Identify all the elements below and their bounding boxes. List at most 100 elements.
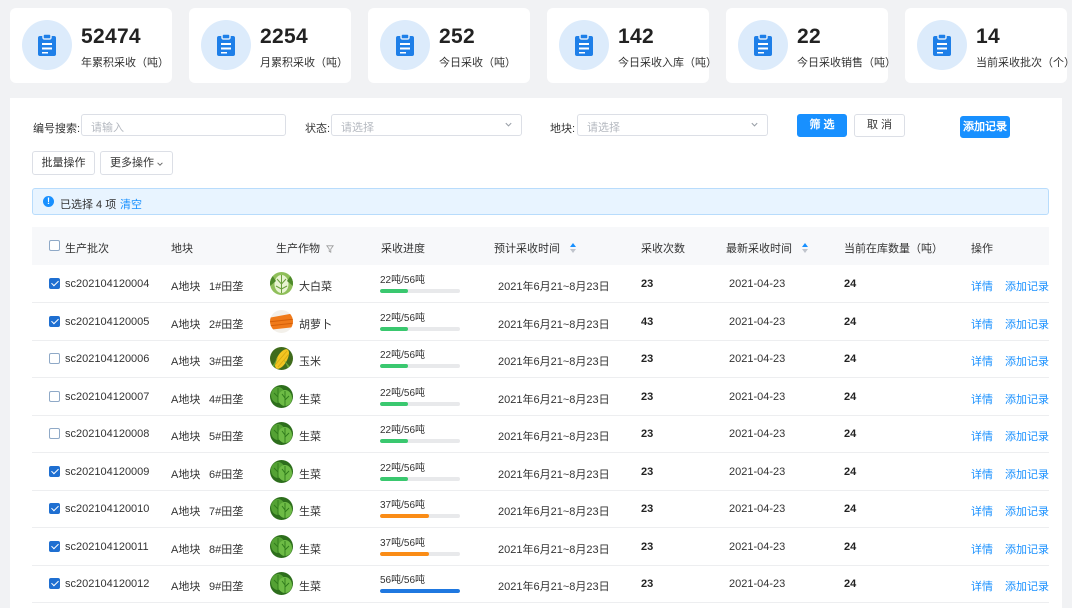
status-select[interactable]: 请选择 — [331, 114, 522, 136]
stock-amount: 24 — [844, 540, 857, 553]
status-label: 状态: — [305, 123, 331, 135]
row-checkbox[interactable] — [49, 578, 60, 589]
table-row: sc202104120007 A地块 4#田垄 生菜 22吨/56吨 2021年… — [32, 378, 1049, 416]
progress-fill — [380, 364, 408, 368]
filter-button[interactable]: 筛 选 — [797, 114, 847, 137]
progress-text: 22吨/56吨 — [380, 275, 426, 286]
table-header: 生产批次 地块 生产作物 采收进度 预计采收时间 采收次数 最新采收时间 当前在… — [32, 227, 1049, 265]
progress-text: 22吨/56吨 — [380, 350, 426, 361]
add-record-link[interactable]: 添加记录 — [1005, 578, 1049, 594]
sort-icon[interactable] — [802, 243, 809, 253]
progress-text: 22吨/56吨 — [380, 312, 426, 324]
stat-value: 52474 — [81, 25, 141, 48]
crop-name: 玉米 — [299, 356, 321, 368]
detail-link[interactable]: 详情 — [971, 278, 993, 294]
add-record-link[interactable]: 添加记录 — [1005, 503, 1049, 519]
row-checkbox[interactable] — [49, 540, 60, 552]
clear-selection-link[interactable]: 清空 — [120, 196, 142, 212]
detail-link[interactable]: 详情 — [971, 391, 993, 407]
stat-icon-circle — [917, 20, 967, 70]
stat-value: 14 — [976, 25, 1000, 48]
batch-number: sc202104120005 — [65, 315, 150, 328]
latest-time: 2021-04-23 — [729, 428, 786, 440]
select-all-checkbox[interactable] — [49, 240, 60, 251]
field-name: 3#田垄 — [209, 356, 244, 368]
crop-icon — [270, 572, 293, 595]
cancel-button[interactable]: 取 消 — [854, 114, 905, 137]
add-record-button[interactable]: 添加记录 — [960, 116, 1010, 138]
add-record-link[interactable]: 添加记录 — [1005, 466, 1049, 482]
progress-fill — [380, 326, 408, 331]
stock-amount: 24 — [844, 465, 857, 478]
th-crop[interactable]: 生产作物 — [276, 240, 335, 256]
batch-number: sc202104120011 — [65, 540, 149, 553]
stock-amount: 24 — [844, 428, 857, 440]
crop-icon — [270, 309, 293, 333]
harvest-count: 23 — [641, 540, 654, 553]
stat-label: 今日采收销售（吨） — [797, 57, 896, 69]
latest-time: 2021-04-23 — [729, 315, 786, 328]
batch-number: sc202104120009 — [65, 465, 150, 478]
th-expected[interactable]: 预计采收时间 — [494, 240, 577, 256]
stat-value: 142 — [618, 25, 654, 48]
detail-link[interactable]: 详情 — [971, 466, 993, 482]
row-checkbox[interactable] — [49, 503, 60, 514]
row-checkbox[interactable] — [49, 353, 60, 364]
stat-label: 当前采收批次（个） — [976, 57, 1072, 69]
th-latest[interactable]: 最新采收时间 — [726, 240, 809, 256]
lettuce-icon — [270, 384, 293, 408]
progress-text: 37吨/56吨 — [380, 537, 426, 549]
table-row: sc202104120009 A地块 6#田垄 生菜 22吨/56吨 2021年… — [32, 453, 1049, 491]
th-crop-label: 生产作物 — [276, 243, 320, 255]
chevron-down-icon — [751, 122, 758, 127]
plot-select[interactable]: 请选择 — [577, 114, 768, 136]
progress-text: 22吨/56吨 — [380, 425, 426, 436]
expected-time: 2021年6月21~8月23日 — [498, 318, 610, 331]
crop-name: 生菜 — [299, 393, 321, 406]
detail-link[interactable]: 详情 — [971, 428, 993, 444]
sort-icon[interactable] — [570, 243, 577, 253]
detail-link[interactable]: 详情 — [971, 541, 993, 557]
code-search-placeholder: 请输入 — [91, 122, 124, 134]
stat-icon-circle — [559, 20, 609, 70]
lettuce-icon — [270, 497, 293, 520]
row-checkbox[interactable] — [49, 465, 60, 477]
clipboard-icon — [575, 33, 593, 56]
expected-time: 2021年6月21~8月23日 — [498, 543, 610, 556]
plot-name: A地块 — [171, 281, 201, 293]
detail-link[interactable]: 详情 — [971, 353, 993, 369]
more-operations-dropdown[interactable]: 更多操作 — [100, 151, 173, 175]
chevron-down-icon — [505, 122, 512, 127]
add-record-link[interactable]: 添加记录 — [1005, 353, 1049, 369]
add-record-link[interactable]: 添加记录 — [1005, 391, 1049, 407]
th-actions: 操作 — [971, 243, 993, 255]
latest-time: 2021-04-23 — [729, 540, 786, 553]
selection-alert: ! 已选择 4 项 清空 — [32, 188, 1049, 215]
stat-value: 2254 — [260, 25, 308, 48]
code-search-input[interactable]: 请输入 — [81, 114, 286, 136]
clipboard-icon — [396, 33, 414, 56]
th-stock: 当前在库数量（吨） — [844, 243, 943, 255]
stat-card: 52474 年累积采收（吨） — [10, 8, 172, 83]
progress-text: 56吨/56吨 — [380, 575, 426, 586]
plot-name: A地块 — [171, 318, 201, 331]
progress-fill — [380, 589, 460, 593]
progress-bar — [380, 401, 460, 406]
add-record-link[interactable]: 添加记录 — [1005, 428, 1049, 444]
detail-link[interactable]: 详情 — [971, 578, 993, 594]
more-operations-label: 更多操作 — [110, 157, 154, 169]
add-record-link[interactable]: 添加记录 — [1005, 316, 1049, 332]
row-checkbox[interactable] — [49, 428, 60, 439]
plot-name: A地块 — [171, 543, 201, 556]
row-checkbox[interactable] — [49, 390, 60, 402]
batch-operation-button[interactable]: 批量操作 — [32, 151, 95, 175]
filter-icon[interactable] — [326, 245, 335, 253]
progress-bar — [380, 589, 460, 593]
row-checkbox[interactable] — [49, 278, 60, 289]
add-record-link[interactable]: 添加记录 — [1005, 541, 1049, 557]
stat-card: 2254 月累积采收（吨） — [189, 8, 351, 83]
add-record-link[interactable]: 添加记录 — [1005, 278, 1049, 294]
row-checkbox[interactable] — [49, 315, 60, 327]
detail-link[interactable]: 详情 — [971, 316, 993, 332]
detail-link[interactable]: 详情 — [971, 503, 993, 519]
